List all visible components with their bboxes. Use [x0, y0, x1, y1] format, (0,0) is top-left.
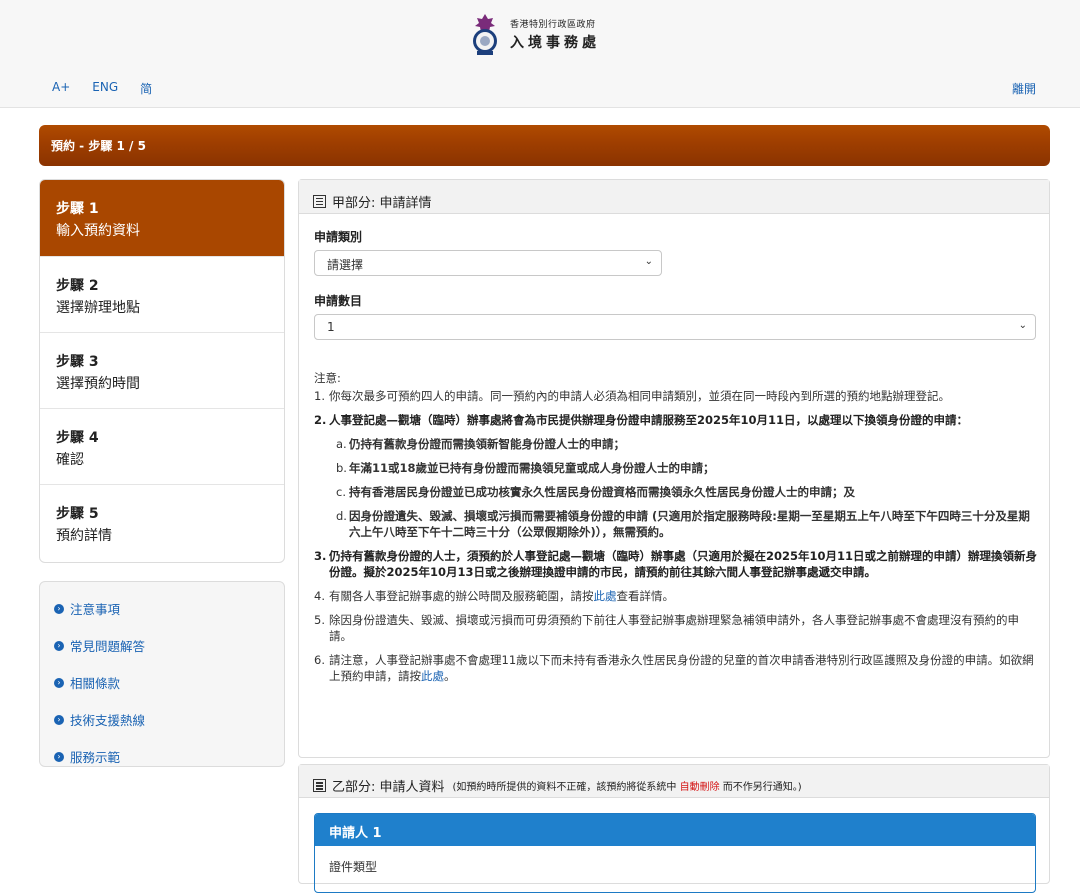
chevron-down-icon: ⌄: [1018, 320, 1027, 331]
applicant-card: 申請人 1 證件類型: [314, 813, 1036, 893]
service-demo-link[interactable]: › 服務示範: [54, 738, 284, 775]
document-icon: [313, 779, 326, 792]
chevron-down-icon: ⌄: [644, 256, 653, 267]
step-title: 選擇預約時間: [56, 376, 140, 392]
step-title: 輸入預約資料: [56, 223, 140, 239]
step-title: 選擇辦理地點: [56, 300, 140, 316]
help-links: › 注意事項 › 常見問題解答 › 相關條款 › 技術支援熱線 › 服務示範: [39, 581, 285, 767]
count-select[interactable]: 1 ⌄: [314, 314, 1036, 340]
category-select-value: 請選擇: [327, 258, 364, 272]
arrow-circle-icon: ›: [54, 714, 64, 725]
note-2c: c. 持有香港居民身份證並已成功核實永久性居民身份證資格而需換領永久性居民身份證人…: [336, 485, 855, 499]
note-2d: d. 因身份證遺失、毀滅、損壞或污損而需要補領身份證的申請 (只適用於指定服務時段…: [336, 509, 1030, 539]
support-hotline-link[interactable]: › 技術支援熱線: [54, 701, 284, 738]
step-number: 步驟 2: [56, 278, 99, 294]
arrow-circle-icon: ›: [54, 677, 64, 688]
exit-link[interactable]: 離開: [1012, 80, 1036, 97]
panel-title: 甲部分: 申請詳情: [332, 195, 432, 211]
step-title: 預約詳情: [56, 528, 112, 544]
arrow-circle-icon: ›: [54, 640, 64, 651]
step-number: 步驟 1: [56, 201, 99, 217]
notes-header: 注意:: [314, 371, 341, 385]
panel-header: 甲部分: 申請詳情: [299, 180, 1049, 214]
step-item-3[interactable]: 步驟 3 選擇預約時間: [40, 333, 284, 409]
auto-delete-warning: 自動刪除: [679, 782, 720, 793]
step-item-1[interactable]: 步驟 1 輸入預約資料: [40, 180, 284, 257]
count-select-value: 1: [327, 320, 335, 334]
step-list: 步驟 1 輸入預約資料 步驟 2 選擇辦理地點 步驟 3 選擇預約時間 步驟 4…: [39, 179, 285, 563]
panel-header: 乙部分: 申請人資料 (如預約時所提供的資料不正確，該預約將從系統中 自動刪除 …: [299, 765, 1049, 798]
step-number: 步驟 3: [56, 354, 99, 370]
department-name: 入境事務處: [510, 34, 600, 51]
step-progress-bar: 預約 - 步驟 1 / 5: [39, 125, 1050, 166]
office-details-link[interactable]: 此處: [594, 589, 617, 603]
step-item-2[interactable]: 步驟 2 選擇辦理地點: [40, 257, 284, 333]
category-label: 申請類別: [314, 230, 363, 244]
department-logo: 香港特別行政區政府 入境事務處: [468, 12, 600, 56]
terms-link[interactable]: › 相關條款: [54, 664, 284, 701]
step-title: 確認: [56, 452, 84, 468]
applicant-info-panel: 乙部分: 申請人資料 (如預約時所提供的資料不正確，該預約將從系統中 自動刪除 …: [298, 764, 1050, 893]
site-header: 香港特別行政區政府 入境事務處 A+ ENG 简 離開: [0, 0, 1080, 108]
category-select[interactable]: 請選擇 ⌄: [314, 250, 662, 276]
notes-link[interactable]: › 注意事項: [54, 590, 284, 627]
arrow-circle-icon: ›: [54, 751, 64, 762]
notes-section: 注意: 1. 你每次最多可預約四人的申請。同一預約內的申請人必須為相同申請類別，並…: [314, 370, 1039, 692]
top-nav: A+ ENG 简: [52, 80, 152, 97]
note-2: 2. 人事登記處—觀塘（臨時）辦事處將會為市民提供辦理身份證申請服務至2025年1…: [314, 413, 969, 427]
faq-link[interactable]: › 常見問題解答: [54, 627, 284, 664]
note-2b: b. 年滿11或18歲並已持有身份證而需換領兒童或成人身份證人士的申請；: [336, 461, 715, 475]
simplified-chinese-link[interactable]: 简: [140, 80, 152, 97]
step-item-4[interactable]: 步驟 4 確認: [40, 409, 284, 485]
note-3: 3. 仍持有舊款身份證的人士，須預約於人事登記處—觀塘（臨時）辦事處（只適用於擬在…: [314, 549, 1038, 579]
note-4: 4. 有關各人事登記辦事處的辦公時間及服務範圍，請按此處查看詳情。: [314, 589, 674, 603]
note-5: 5. 除因身份證遺失、毀滅、損壞或污損而可毋須預約下前往人事登記辦事處辦理緊急補領…: [314, 613, 1019, 643]
panel-title: 乙部分: 申請人資料: [332, 780, 445, 795]
online-booking-link[interactable]: 此處: [421, 669, 444, 683]
application-details-panel: 甲部分: 申請詳情 申請類別 請選擇 ⌄ 申請數目 1 ⌄ 注意: 1. 你每次最…: [298, 179, 1050, 758]
count-label: 申請數目: [314, 294, 363, 308]
document-type-label: 證件類型: [329, 860, 378, 874]
panel-note: (如預約時所提供的資料不正確，該預約將從系統中 自動刪除 而不作另行通知。): [452, 782, 802, 793]
note-2a: a. 仍持有舊款身份證而需換領新智能身份證人士的申請；: [336, 437, 625, 451]
step-item-5[interactable]: 步驟 5 預約詳情: [40, 485, 284, 561]
font-size-button[interactable]: A+: [52, 80, 70, 97]
document-icon: [313, 194, 326, 208]
step-number: 步驟 5: [56, 506, 99, 522]
note-6: 6. 請注意，人事登記辦事處不會處理11歲以下而未持有香港永久性居民身份證的兒童的…: [314, 653, 1034, 683]
immigration-emblem-icon: [468, 12, 502, 56]
applicant-title: 申請人 1: [315, 814, 1035, 846]
arrow-circle-icon: ›: [54, 603, 64, 614]
english-language-link[interactable]: ENG: [92, 80, 118, 97]
note-1: 1. 你每次最多可預約四人的申請。同一預約內的申請人必須為相同申請類別，並須在同一…: [314, 389, 950, 403]
government-name: 香港特別行政區政府: [510, 19, 596, 30]
step-number: 步驟 4: [56, 430, 99, 446]
